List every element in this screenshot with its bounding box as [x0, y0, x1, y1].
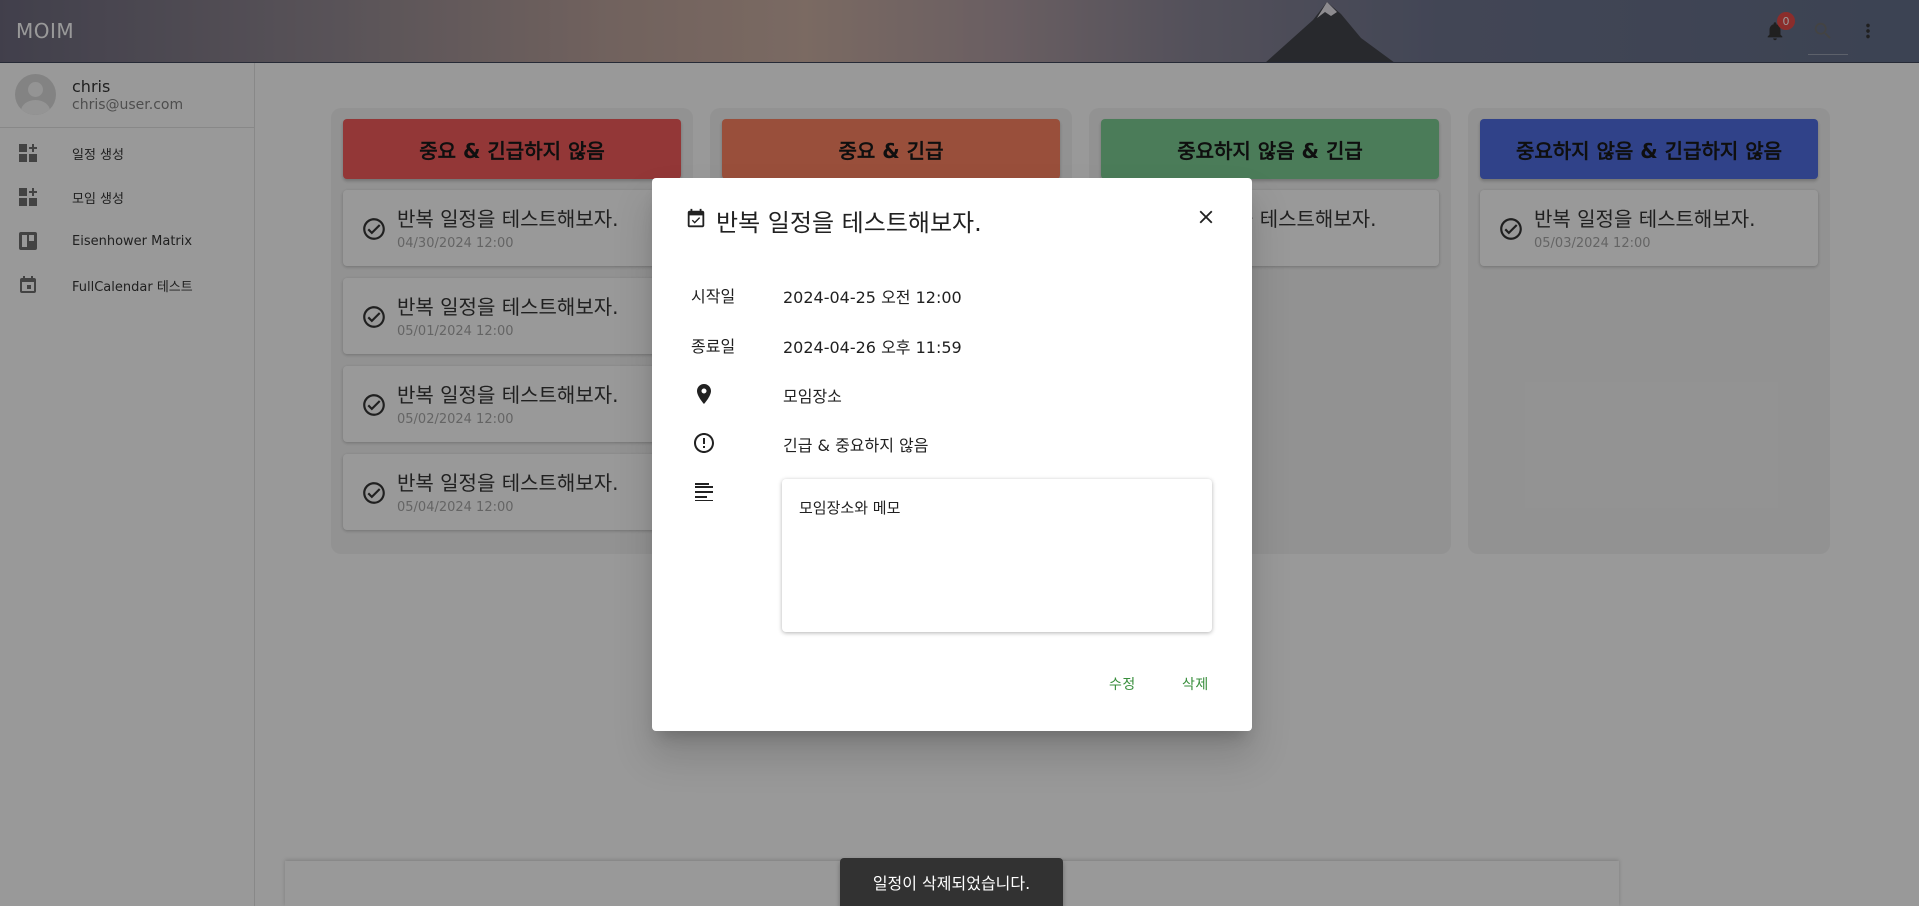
end-date-label: 종료일 [691, 337, 736, 356]
dialog-title: 반복 일정을 테스트해보자. [716, 209, 982, 237]
schedule-detail-dialog: 반복 일정을 테스트해보자. 시작일 2024-04-25 오전 12:00 종… [652, 178, 1252, 731]
close-icon [1199, 210, 1213, 224]
close-button[interactable] [1189, 200, 1223, 234]
event-available-icon [687, 208, 705, 228]
delete-button[interactable]: 삭제 [1172, 666, 1219, 702]
start-date-value: 2024-04-25 오전 12:00 [783, 288, 962, 307]
snackbar-message: 일정이 삭제되었습니다. [872, 874, 1031, 893]
notes-icon [695, 483, 713, 501]
location-pin-icon [697, 384, 711, 404]
edit-button[interactable]: 수정 [1099, 666, 1146, 702]
start-date-label: 시작일 [691, 287, 736, 306]
priority-info-icon [694, 433, 714, 453]
end-date-value: 2024-04-26 오후 11:59 [783, 338, 962, 357]
priority-value: 긴급 & 중요하지 않음 [783, 436, 929, 455]
snackbar: 일정이 삭제되었습니다. [840, 858, 1063, 906]
location-value: 모임장소 [783, 387, 842, 406]
memo-text: 모임장소와 메모 [799, 499, 901, 517]
memo-field[interactable]: 모임장소와 메모 [782, 479, 1212, 632]
